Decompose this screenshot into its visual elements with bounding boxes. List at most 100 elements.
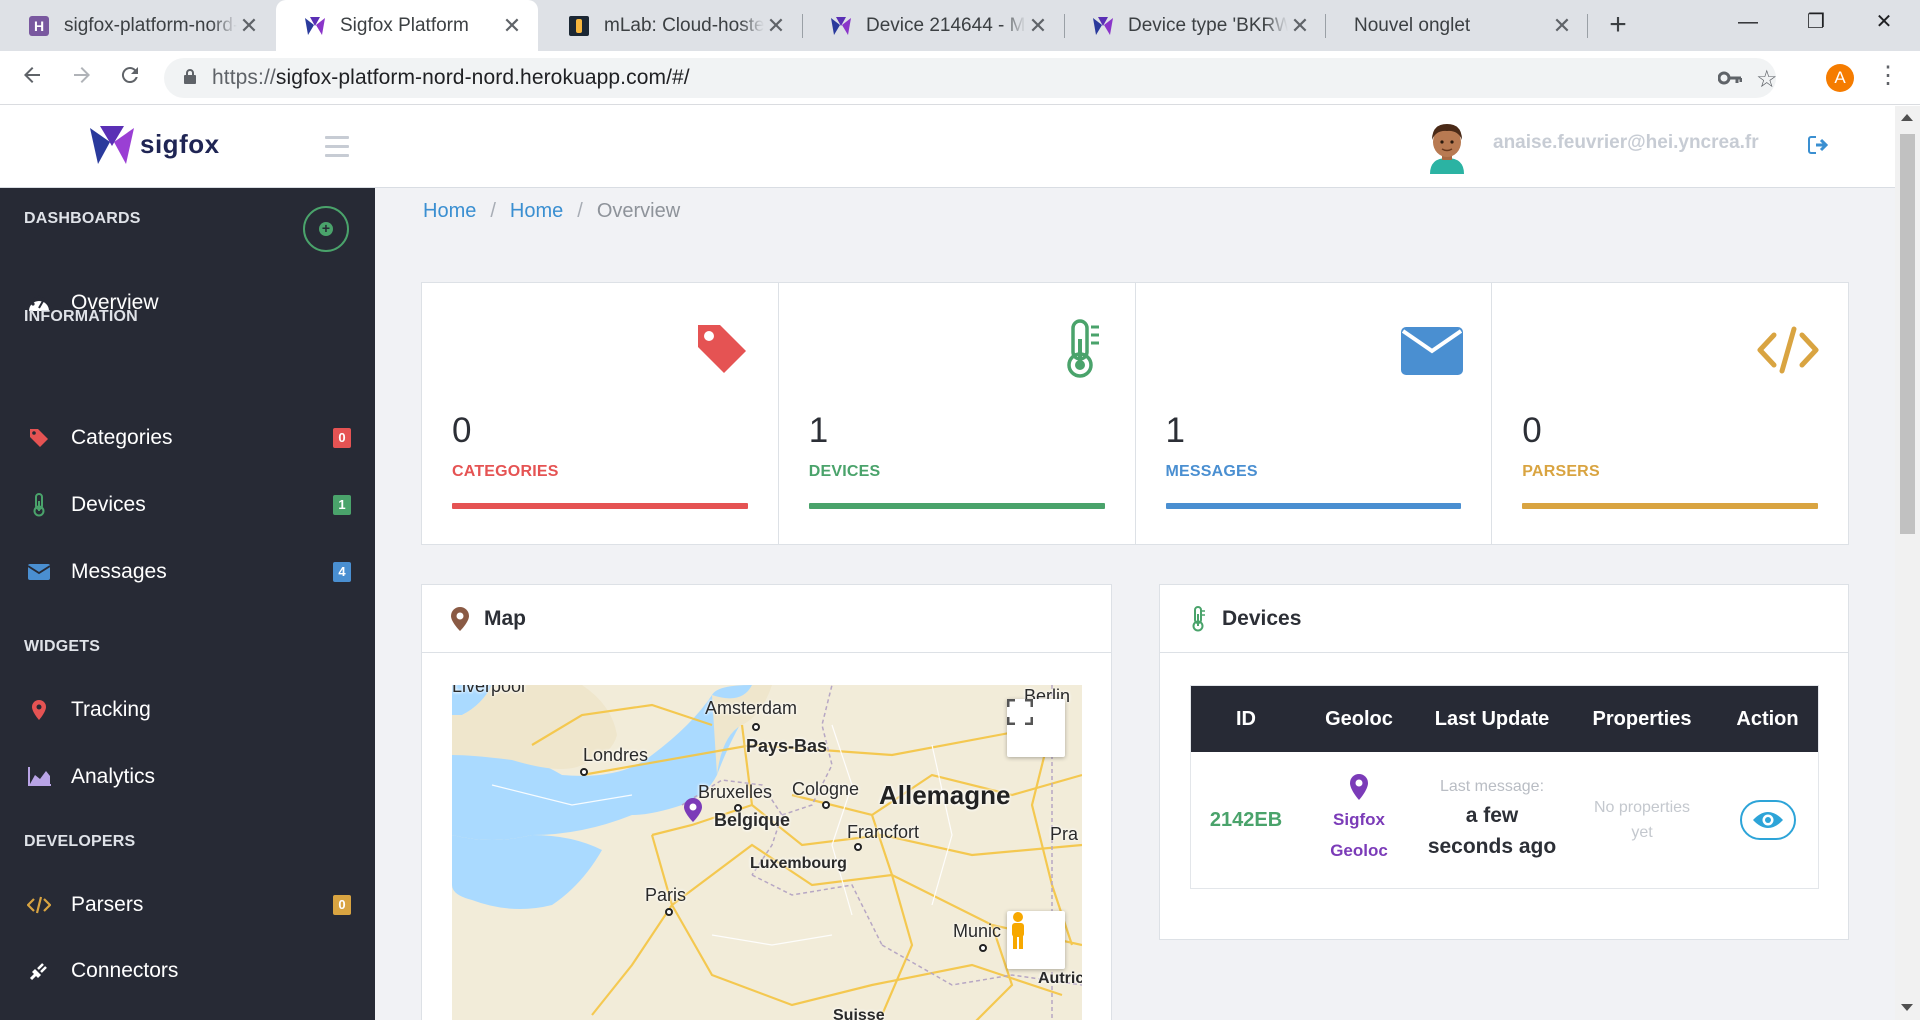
devices-panel: Devices ID Geoloc Last Update Properties… [1159, 584, 1849, 940]
sidebar-item-analytics[interactable]: Analytics [0, 754, 375, 800]
last-message-label: Last message: [1439, 778, 1545, 795]
eye-icon [1752, 812, 1783, 828]
section-dashboards: DASHBOARDS [24, 210, 141, 227]
tab-title: Nouvel onglet [1354, 14, 1471, 36]
street-view-pegman-button[interactable] [1007, 911, 1065, 969]
sigfox-icon [304, 15, 326, 37]
restore-icon[interactable]: ❐ [1784, 0, 1848, 44]
thermometer-icon [1066, 319, 1101, 384]
geoloc-cell[interactable]: Sigfox Geoloc [1301, 774, 1417, 866]
scrollbar-thumb[interactable] [1900, 134, 1915, 534]
sigfox-icon [830, 15, 852, 37]
tab-title: mLab: Cloud-hosted MongoDB [604, 14, 764, 36]
stat-card-categories[interactable]: 0 CATEGORIES [422, 283, 779, 544]
breadcrumb-separator: / [490, 200, 496, 222]
app-header: sigfox anaise.feuvrier@hei.yncrea.fr [0, 106, 1895, 188]
sidebar-item-label: Categories [71, 426, 173, 449]
plus-icon: + [319, 221, 333, 236]
column-header[interactable]: ID [1191, 686, 1301, 752]
column-header[interactable]: Last Update [1417, 686, 1567, 752]
browser-tab[interactable]: H sigfox-platform-nord-nord ✕ [0, 0, 275, 51]
city-dot [752, 723, 760, 731]
browser-tab[interactable]: mLab: Cloud-hosted MongoDB ✕ [540, 0, 802, 51]
column-header[interactable]: Geoloc [1301, 686, 1417, 752]
sidebar-toggle-icon[interactable] [325, 136, 349, 163]
url-text: https://sigfox-platform-nord-nord.heroku… [212, 66, 690, 89]
sidebar-item-parsers[interactable]: Parsers 0 [0, 882, 375, 928]
thermometer-icon [27, 493, 51, 517]
properties-empty-text: yet [1631, 824, 1653, 841]
stat-value: 1 [808, 411, 829, 450]
browser-tab-active[interactable]: Sigfox Platform ✕ [276, 0, 538, 51]
logout-icon[interactable] [1808, 136, 1829, 159]
scroll-down-arrow[interactable] [1901, 1004, 1913, 1011]
count-badge: 0 [333, 895, 351, 915]
forward-arrow-icon[interactable] [66, 63, 98, 95]
panel-header: Devices [1160, 585, 1848, 653]
table-header: ID Geoloc Last Update Properties Action [1191, 686, 1818, 752]
sidebar: DASHBOARDS + Overview INFORMATION Catego… [0, 188, 375, 1020]
stat-label: MESSAGES [1165, 463, 1258, 480]
section-information: INFORMATION [24, 308, 138, 325]
map-label: Cologne [792, 779, 860, 799]
sidebar-item-connectors[interactable]: Connectors [0, 948, 375, 994]
sidebar-item-categories[interactable]: Categories 0 [0, 415, 375, 461]
map-view[interactable]: Liverpool Berlin Amsterdam Pays-Bas Lond… [452, 685, 1082, 1020]
map-label: Bruxelles [698, 782, 773, 802]
browser-tab[interactable]: Device type 'BKRWS' ✕ [1064, 0, 1326, 51]
user-avatar[interactable] [1424, 120, 1470, 174]
map-label: Paris [645, 885, 687, 905]
close-tab-icon[interactable]: ✕ [237, 13, 261, 39]
last-update-value: seconds ago [1427, 835, 1557, 858]
map-label: Francfort [847, 822, 920, 842]
scroll-up-arrow[interactable] [1901, 114, 1913, 121]
profile-avatar[interactable]: A [1826, 64, 1854, 92]
city-dot [822, 801, 830, 809]
breadcrumb-home[interactable]: Home [510, 200, 563, 223]
panel-header: Map [422, 585, 1111, 653]
panel-title: Devices [1222, 606, 1302, 630]
reload-icon[interactable] [114, 63, 146, 95]
page-scrollbar[interactable] [1895, 106, 1920, 1020]
column-header[interactable]: Properties [1567, 686, 1717, 752]
close-tab-icon[interactable]: ✕ [500, 13, 524, 39]
stat-card-parsers[interactable]: 0 PARSERS [1492, 283, 1848, 544]
back-arrow-icon[interactable] [16, 63, 48, 95]
device-id-link[interactable]: 2142EB [1210, 809, 1282, 831]
stat-card-messages[interactable]: 1 MESSAGES [1136, 283, 1493, 544]
url-field[interactable]: https://sigfox-platform-nord-nord.heroku… [164, 58, 1778, 98]
column-header[interactable]: Action [1717, 686, 1818, 752]
bookmark-star-icon[interactable]: ☆ [1756, 65, 1778, 94]
new-tab-button[interactable]: + [1600, 8, 1636, 44]
stat-value: 1 [1165, 411, 1185, 450]
address-bar: https://sigfox-platform-nord-nord.heroku… [0, 51, 1920, 105]
browser-tab[interactable]: Device 214644 - Messages ✕ [802, 0, 1064, 51]
fullscreen-button[interactable] [1007, 699, 1065, 757]
map-label: Amsterdam [705, 698, 798, 718]
table-row: 2142EB Sigfox Geoloc Last message: a few… [1191, 752, 1818, 888]
add-dashboard-button[interactable]: + [303, 206, 349, 252]
sidebar-item-devices[interactable]: Devices 1 [0, 482, 375, 528]
map-label: Pra [1050, 824, 1079, 844]
code-icon [1756, 325, 1820, 380]
close-tab-icon[interactable]: ✕ [1288, 13, 1312, 39]
user-email[interactable]: anaise.feuvrier@hei.yncrea.fr [1493, 132, 1759, 154]
key-icon[interactable] [1717, 68, 1743, 94]
brand-logo[interactable]: sigfox [90, 124, 220, 164]
sidebar-item-tracking[interactable]: Tracking [0, 687, 375, 733]
map-panel: Map Liverpool Berlin Amsterdam Pays-Bas … [421, 584, 1112, 1020]
browser-menu-icon[interactable]: ⋮ [1876, 61, 1900, 90]
close-tab-icon[interactable]: ✕ [1026, 13, 1050, 39]
section-widgets: WIDGETS [24, 638, 101, 655]
mlab-icon [568, 15, 590, 37]
breadcrumb-home[interactable]: Home [423, 200, 476, 223]
minimize-icon[interactable]: — [1716, 0, 1780, 44]
close-tab-icon[interactable]: ✕ [764, 13, 788, 39]
tab-title: Device type 'BKRWS' [1128, 14, 1288, 36]
close-window-icon[interactable]: ✕ [1852, 0, 1916, 44]
close-tab-icon[interactable]: ✕ [1550, 13, 1574, 39]
sidebar-item-messages[interactable]: Messages 4 [0, 549, 375, 595]
browser-tab[interactable]: Nouvel onglet ✕ [1326, 0, 1588, 51]
view-device-button[interactable] [1739, 800, 1796, 840]
stat-card-devices[interactable]: 1 DEVICES [779, 283, 1136, 544]
